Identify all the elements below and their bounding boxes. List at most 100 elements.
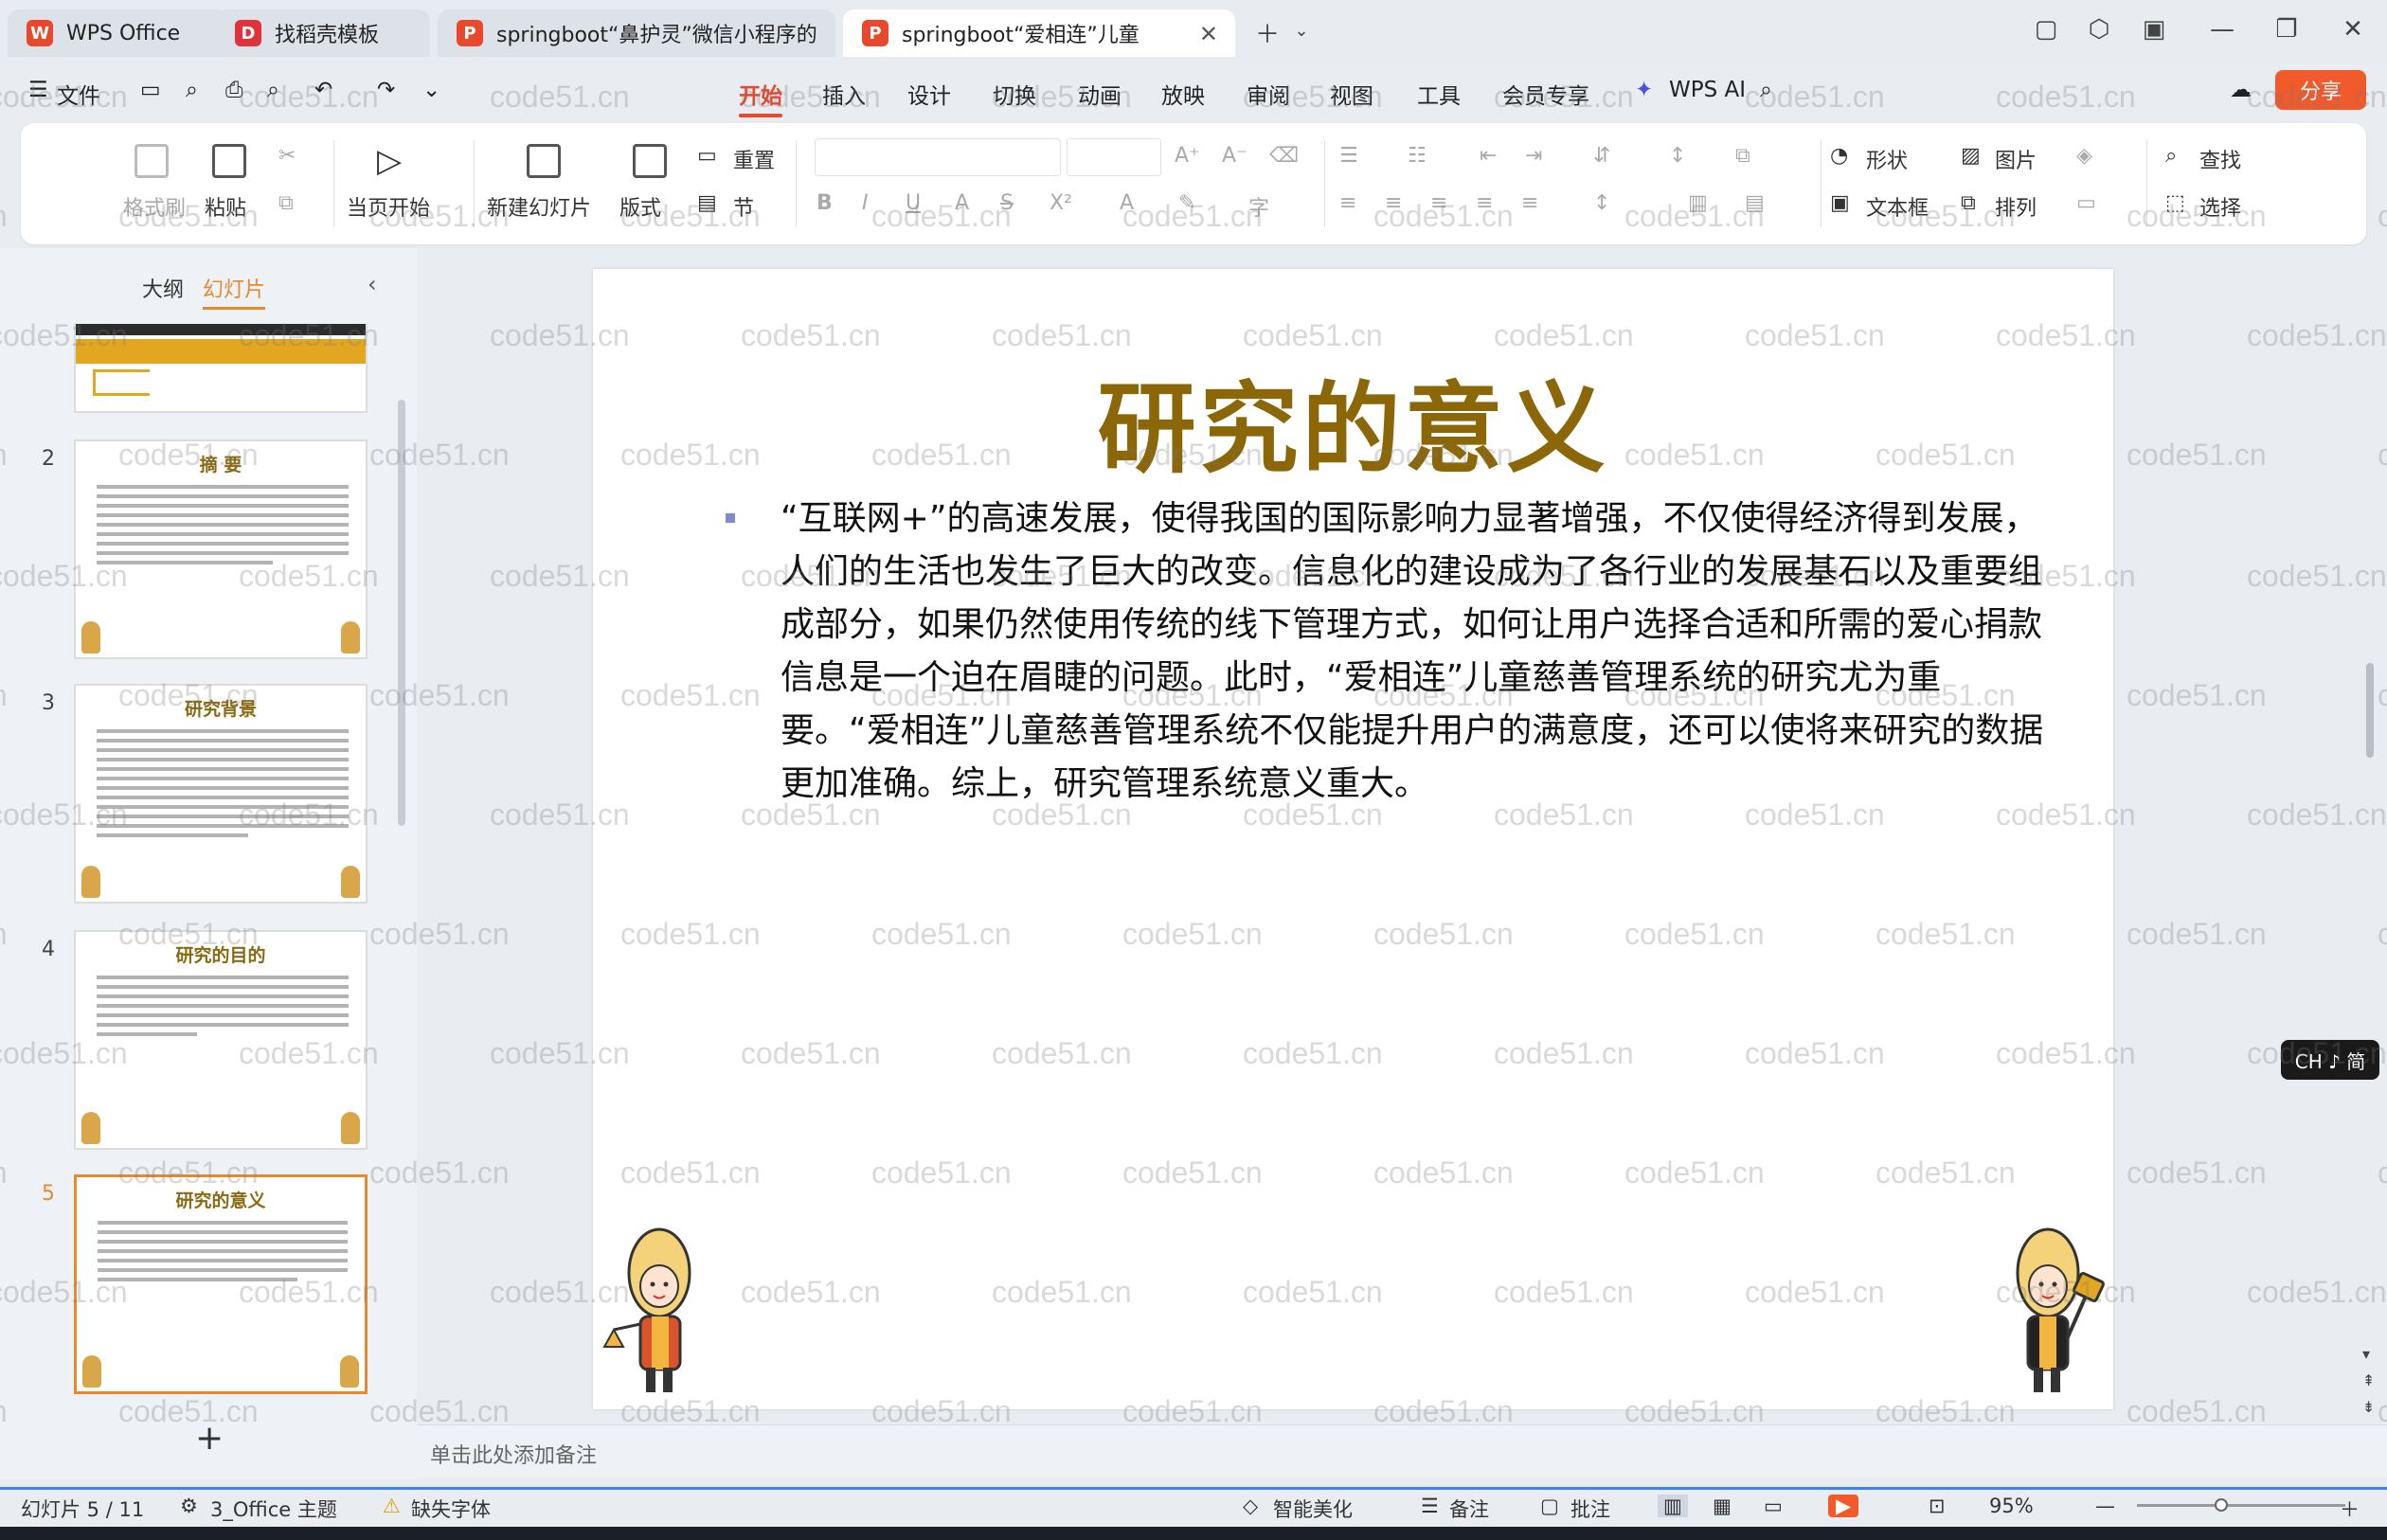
numbered-list-icon[interactable]: ☷ — [1408, 144, 1427, 168]
print-icon[interactable]: ⎙ — [225, 78, 242, 102]
zoom-slider-thumb[interactable] — [2215, 1498, 2228, 1512]
strikethrough-icon[interactable]: S — [1000, 191, 1014, 215]
window-layout-icon[interactable]: ▢ — [2027, 15, 2065, 44]
shadow-icon[interactable]: A — [955, 191, 969, 215]
select-button[interactable]: 选择 — [2199, 191, 2241, 222]
menu-tools[interactable]: 工具 — [1417, 78, 1461, 110]
menu-file[interactable]: 文件 — [57, 78, 100, 110]
font-size-select[interactable] — [1067, 138, 1161, 176]
paste-button[interactable]: 粘贴 — [205, 191, 246, 222]
layout-button[interactable]: 版式 — [619, 191, 661, 222]
bold-icon[interactable]: B — [817, 191, 833, 215]
zoom-level[interactable]: 95% — [1989, 1495, 2034, 1517]
menu-design[interactable]: 设计 — [907, 78, 951, 110]
print-preview-icon[interactable]: ⌕ — [267, 78, 279, 102]
reading-view-icon[interactable]: ▭ — [1764, 1495, 1783, 1517]
text-align-icon[interactable]: ▤ — [1745, 191, 1765, 215]
close-window-icon[interactable]: ✕ — [2334, 15, 2372, 44]
align-right-icon[interactable]: ≡ — [1430, 191, 1447, 215]
slide-title[interactable]: 研究的意义 — [593, 349, 2113, 492]
shrink-font-icon[interactable]: A⁻ — [1222, 144, 1247, 168]
menu-transition[interactable]: 切换 — [993, 78, 1036, 110]
grow-font-icon[interactable]: A⁺ — [1175, 144, 1200, 168]
close-tab-icon[interactable]: ✕ — [1199, 21, 1218, 47]
distribute-icon[interactable]: ≡ — [1521, 191, 1538, 215]
chevron-down-icon[interactable]: ⌄ — [1283, 21, 1320, 41]
menu-animation[interactable]: 动画 — [1078, 78, 1122, 110]
text-direction-icon[interactable]: ⇵ — [1593, 144, 1610, 168]
clear-format-icon[interactable]: ⌫ — [1269, 144, 1299, 168]
redo-icon[interactable]: ↷ — [377, 78, 395, 102]
menu-icon[interactable]: ☰ — [28, 78, 48, 102]
new-tab-icon[interactable]: ＋ — [1248, 15, 1286, 50]
reset-button[interactable]: 重置 — [733, 144, 775, 174]
tab-document-1[interactable]: P springboot“鼻护灵”微信小程序的 — [438, 9, 835, 57]
menu-slideshow[interactable]: 放映 — [1161, 78, 1205, 110]
tab-outline[interactable]: 大纲 — [142, 273, 184, 303]
bullet-list-icon[interactable]: ☰ — [1339, 144, 1358, 168]
missing-font-button[interactable]: 缺失字体 — [411, 1495, 491, 1523]
quick-access-icon[interactable]: ⌕ — [186, 78, 198, 102]
notes-toggle-button[interactable]: 备注 — [1449, 1495, 1489, 1523]
theme-name[interactable]: 3_Office 主题 — [210, 1495, 337, 1523]
slide-canvas[interactable]: 研究的意义 “互联网+”的高速发展，使得我国的国际影响力显著增强，不仅使得经济得… — [593, 269, 2113, 1409]
menu-wps-ai[interactable]: WPS AI — [1669, 78, 1746, 102]
cut-icon[interactable]: ✂ — [278, 144, 296, 168]
notes-pane[interactable]: 单击此处添加备注 — [417, 1424, 2387, 1477]
section-button[interactable]: 节 — [733, 191, 754, 222]
slide-sorter-icon[interactable]: ▦ — [1713, 1495, 1732, 1517]
menu-review[interactable]: 审阅 — [1247, 78, 1290, 110]
textbox-button[interactable]: 文本框 — [1866, 191, 1929, 222]
minimize-icon[interactable]: — — [2203, 15, 2241, 44]
comment-button[interactable]: 批注 — [1570, 1495, 1610, 1523]
justify-icon[interactable]: ≡ — [1476, 191, 1493, 215]
zoom-slider[interactable] — [2137, 1504, 2345, 1507]
format-painter-button[interactable]: 格式刷 — [123, 191, 186, 222]
avatar[interactable]: ▣ — [2135, 15, 2173, 44]
tab-document-active[interactable]: P springboot“爱相连”儿童 ✕ — [843, 9, 1235, 57]
fill-icon[interactable]: ◈ — [2076, 144, 2092, 168]
picture-button[interactable]: 图片 — [1995, 144, 2037, 174]
cloud-upload-icon[interactable]: ☁ — [2230, 78, 2252, 102]
outdent-icon[interactable]: ⇤ — [1480, 144, 1497, 168]
font-family-select[interactable] — [815, 138, 1061, 176]
next-slide-icon[interactable]: ⇟ — [2362, 1398, 2375, 1416]
indent-icon[interactable]: ⇥ — [1525, 144, 1542, 168]
menu-insert[interactable]: 插入 — [822, 78, 866, 110]
maximize-icon[interactable]: ❐ — [2268, 15, 2306, 44]
thumbnail-scrollbar[interactable] — [398, 400, 405, 826]
slide-thumbnail-3[interactable]: 研究背景 — [74, 684, 368, 904]
slide-thumbnail-5[interactable]: 研究的意义 — [74, 1174, 368, 1394]
menu-home[interactable]: 开始 — [739, 78, 782, 117]
align-center-icon[interactable]: ≡ — [1385, 191, 1402, 215]
zoom-in-icon[interactable]: ＋ — [2340, 1495, 2360, 1523]
highlight-icon[interactable]: ✎ — [1178, 191, 1195, 215]
cube-icon[interactable]: ⬡ — [2080, 15, 2118, 44]
normal-view-icon[interactable]: ▥ — [1658, 1495, 1688, 1517]
columns-icon[interactable]: ▥ — [1688, 191, 1708, 215]
tab-template[interactable]: D 找稻壳模板 — [216, 9, 430, 57]
underline-icon[interactable]: U — [906, 191, 921, 215]
menu-member[interactable]: 会员专享 — [1502, 78, 1589, 110]
prev-slide-icon[interactable]: ⇞ — [2362, 1371, 2375, 1389]
copy-icon[interactable]: ⧉ — [278, 191, 294, 215]
find-button[interactable]: 查找 — [2199, 144, 2241, 174]
play-from-current-button[interactable]: 当页开始 — [347, 191, 430, 222]
arrange-button[interactable]: 排列 — [1995, 191, 2037, 222]
convert-icon[interactable]: ⧉ — [1735, 144, 1750, 168]
slide-thumbnail-2[interactable]: 摘 要 — [74, 439, 368, 659]
slide-body-text[interactable]: “互联网+”的高速发展，使得我国的国际影响力显著增强，不仅使得经济得到发展，人们… — [781, 492, 2050, 811]
undo-icon[interactable]: ↶ — [314, 78, 332, 102]
ime-indicator[interactable]: CH ♪ 简 — [2281, 1040, 2379, 1080]
phonetic-icon[interactable]: 字 — [1248, 191, 1269, 222]
new-slide-button[interactable]: 新建幻灯片 — [487, 191, 591, 222]
slide-thumbnail-1[interactable] — [74, 324, 368, 413]
tab-slides[interactable]: 幻灯片 — [203, 273, 266, 310]
slide-thumbnail-4[interactable]: 研究的目的 — [74, 930, 368, 1150]
superscript-icon[interactable]: X² — [1050, 191, 1072, 215]
more-icon[interactable]: ⌄ — [422, 78, 440, 102]
play-slideshow-icon[interactable]: ▶ — [1828, 1495, 1859, 1517]
collapse-panel-icon[interactable]: ‹ — [368, 271, 377, 297]
paragraph-spacing-icon[interactable]: ↕ — [1593, 191, 1610, 215]
tab-wps-office[interactable]: W WPS Office — [8, 9, 227, 57]
